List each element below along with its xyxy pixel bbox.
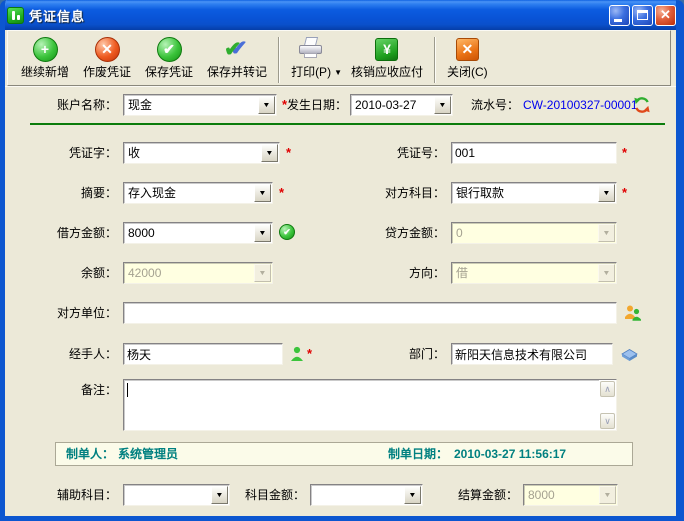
dropdown-arrow-icon[interactable]: ▼ (254, 224, 271, 242)
close-square-icon: ✕ (456, 38, 479, 61)
printer-icon (297, 37, 325, 61)
settle-amount-label: 结算金额： (430, 484, 518, 506)
dropdown-arrow-icon[interactable]: ▼ (254, 184, 271, 202)
subject-amount-combo[interactable]: ▼ (310, 484, 423, 506)
dropdown-arrow-icon: ▼ (599, 486, 616, 504)
yuan-icon: ¥ (375, 38, 398, 61)
window-title: 凭证信息 (29, 6, 85, 25)
add-circle-icon: + (33, 37, 58, 62)
scrollbar[interactable]: ∧ ∨ (599, 380, 616, 430)
department-label: 部门： (333, 343, 445, 365)
debit-amount-combo[interactable]: 8000 ▼ (123, 222, 273, 244)
occur-date-label: 发生日期： (283, 94, 347, 116)
amount-valid-check-icon: ✔ (279, 224, 295, 240)
app-icon (7, 7, 24, 24)
dropdown-arrow-icon[interactable]: ▼ (434, 96, 451, 114)
dropdown-arrow-icon: ▼ (598, 264, 615, 282)
cancel-circle-icon: ✕ (95, 37, 120, 62)
credit-amount-combo: 0 ▼ (451, 222, 617, 244)
remark-textarea[interactable]: ∧ ∨ (123, 379, 617, 431)
summary-label: 摘要： (5, 182, 117, 204)
maximize-button[interactable] (632, 5, 653, 26)
minimize-button[interactable] (609, 5, 630, 26)
close-window-button[interactable]: ✕ 关闭(C) (440, 34, 495, 82)
person-icon[interactable] (290, 346, 304, 365)
text-caret (127, 383, 128, 397)
voucher-no-input[interactable] (451, 142, 617, 164)
counter-subject-label: 对方科目： (333, 182, 445, 204)
account-name-label: 账户名称： (5, 94, 117, 116)
counter-subject-combo[interactable]: 银行取款 ▼ (451, 182, 617, 204)
toolbar-separator (278, 37, 280, 83)
serial-no-label: 流水号： (457, 94, 519, 116)
dropdown-arrow-icon: ▼ (598, 224, 615, 242)
remark-label: 备注： (5, 379, 117, 401)
print-dropdown-arrow-icon[interactable]: ▼ (334, 68, 342, 77)
voucher-info-window: 凭证信息 ✕ + 继续新增 ✕ 作废凭证 ✔ 保存凭证 ✔✔ 保存并转记 打印(… (0, 0, 684, 521)
balance-label: 余额： (5, 262, 117, 284)
occur-date-combo[interactable]: 2010-03-27 ▼ (350, 94, 453, 116)
required-asterisk: * (622, 142, 627, 164)
required-asterisk: * (286, 142, 291, 164)
voucher-form: 账户名称： 现金 ▼ * 发生日期： 2010-03-27 ▼ 流水号： CW-… (5, 86, 676, 517)
save-and-post-button[interactable]: ✔✔ 保存并转记 (200, 34, 274, 82)
serial-no-value: CW-20100327-00001 (523, 94, 638, 116)
toolbar-separator (434, 37, 436, 83)
aux-subject-combo[interactable]: ▼ (123, 484, 230, 506)
writeoff-button[interactable]: ¥ 核销应收应付 (344, 34, 430, 82)
scroll-down-icon[interactable]: ∨ (600, 413, 615, 429)
green-divider (30, 123, 665, 125)
dropdown-arrow-icon: ▼ (254, 264, 271, 282)
voucher-word-label: 凭证字： (5, 142, 117, 164)
account-name-combo[interactable]: 现金 ▼ (123, 94, 277, 116)
dropdown-arrow-icon[interactable]: ▼ (211, 486, 228, 504)
continue-add-button[interactable]: + 继续新增 (14, 34, 76, 82)
required-asterisk: * (307, 343, 312, 365)
counter-unit-input[interactable] (123, 302, 617, 324)
people-icon[interactable] (624, 304, 642, 324)
create-date-label: 制单日期： (388, 443, 448, 465)
close-icon: ✕ (656, 7, 675, 23)
dropdown-arrow-icon[interactable]: ▼ (261, 144, 278, 162)
save-voucher-button[interactable]: ✔ 保存凭证 (138, 34, 200, 82)
required-asterisk: * (622, 182, 627, 204)
aux-subject-label: 辅助科目： (5, 484, 117, 506)
balance-combo: 42000 ▼ (123, 262, 273, 284)
close-button[interactable]: ✕ (655, 5, 676, 26)
debit-amount-label: 借方金额： (5, 222, 117, 244)
direction-combo: 借 ▼ (451, 262, 617, 284)
double-check-icon: ✔✔ (222, 36, 252, 62)
handler-input[interactable] (123, 343, 283, 365)
dropdown-arrow-icon[interactable]: ▼ (598, 184, 615, 202)
refresh-icon[interactable] (633, 96, 651, 117)
scroll-up-icon[interactable]: ∧ (600, 381, 615, 397)
voucher-word-combo[interactable]: 收 ▼ (123, 142, 280, 164)
department-input[interactable] (451, 343, 613, 365)
create-date-value: 2010-03-27 11:56:17 (454, 443, 566, 465)
creator-value: 系统管理员 (118, 443, 178, 465)
settle-amount-combo: 8000 ▼ (523, 484, 618, 506)
window-controls: ✕ (609, 5, 676, 26)
handler-label: 经手人： (5, 343, 117, 365)
required-asterisk: * (279, 182, 284, 204)
titlebar: 凭证信息 ✕ (0, 0, 684, 30)
dropdown-arrow-icon[interactable]: ▼ (258, 96, 275, 114)
direction-label: 方向： (333, 262, 445, 284)
book-icon[interactable] (620, 346, 639, 365)
voucher-no-label: 凭证号： (333, 142, 445, 164)
print-button[interactable]: 打印(P) (284, 34, 338, 82)
void-voucher-button[interactable]: ✕ 作废凭证 (76, 34, 138, 82)
toolbar: + 继续新增 ✕ 作废凭证 ✔ 保存凭证 ✔✔ 保存并转记 打印(P) ▼ ¥ … (7, 30, 671, 86)
subject-amount-label: 科目金额： (233, 484, 305, 506)
dropdown-arrow-icon[interactable]: ▼ (404, 486, 421, 504)
credit-amount-label: 贷方金额： (333, 222, 445, 244)
creator-label: 制单人： (66, 443, 114, 465)
check-circle-icon: ✔ (157, 37, 182, 62)
summary-combo[interactable]: 存入现金 ▼ (123, 182, 273, 204)
counter-unit-label: 对方单位： (5, 302, 117, 324)
creator-info-bar: 制单人： 系统管理员 制单日期： 2010-03-27 11:56:17 (55, 442, 633, 466)
